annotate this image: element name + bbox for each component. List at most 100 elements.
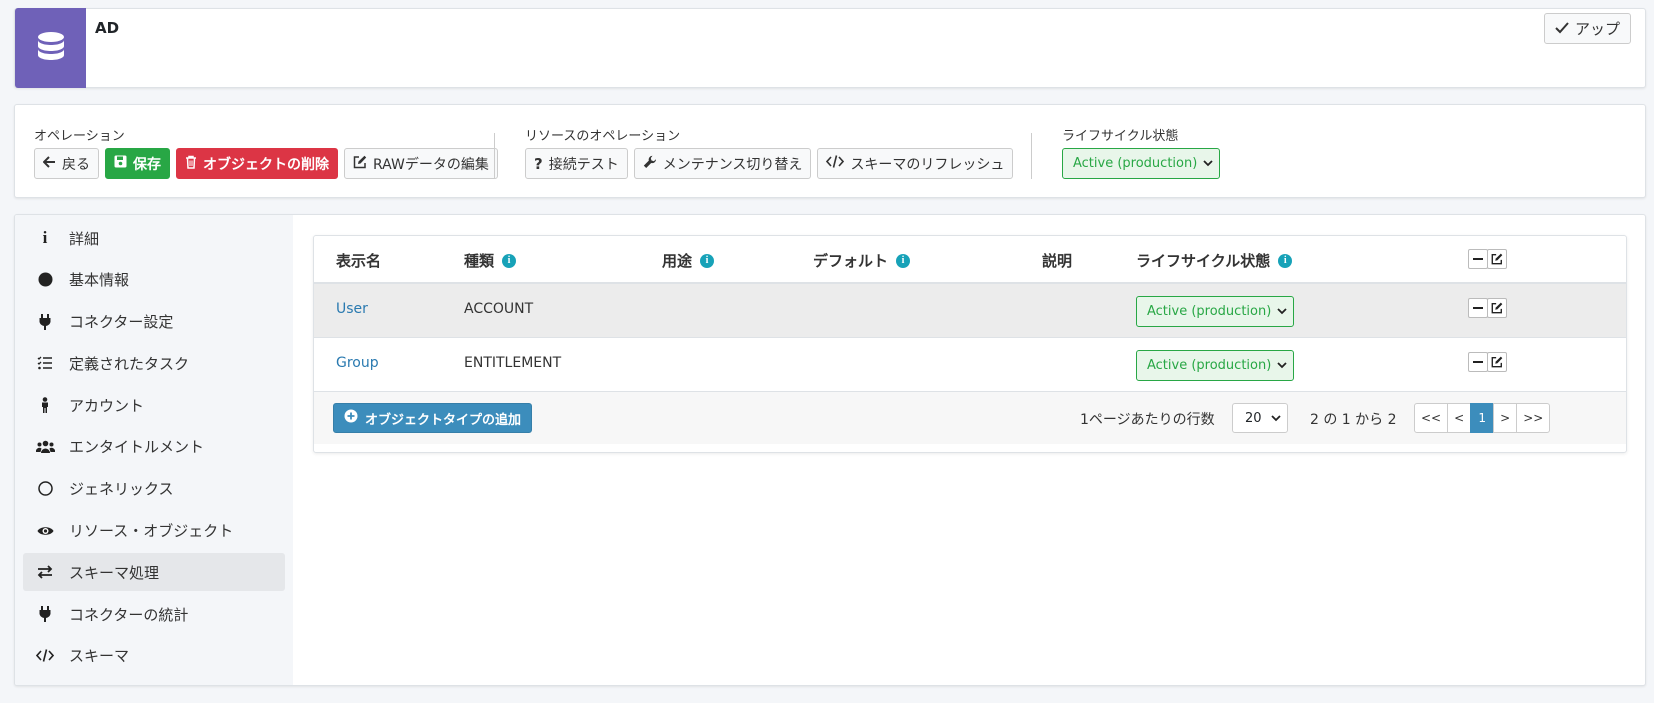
info-icon[interactable]: i bbox=[502, 253, 517, 268]
database-icon bbox=[15, 8, 86, 88]
lifecycle-select[interactable]: Active (production) bbox=[1062, 148, 1221, 179]
page-size-select[interactable]: 20 bbox=[1232, 403, 1288, 433]
sidebar-item-connector-stats[interactable]: コネクターの統計 bbox=[23, 595, 285, 633]
info-icon[interactable]: i bbox=[1278, 253, 1293, 268]
arrow-left-icon bbox=[42, 155, 56, 172]
save-button[interactable]: 保存 bbox=[105, 148, 170, 179]
page-range-label: 2 の 1 から 2 bbox=[1310, 412, 1397, 428]
test-connection-label: 接続テスト bbox=[548, 156, 619, 173]
trash-icon bbox=[185, 155, 197, 173]
row-lifecycle-select[interactable]: Active (production) bbox=[1136, 296, 1295, 327]
divider bbox=[1031, 133, 1032, 179]
delete-object-button[interactable]: オブジェクトの削除 bbox=[176, 148, 338, 179]
column-header-default[interactable]: デフォルト i bbox=[813, 250, 911, 271]
object-type-name-link[interactable]: Group bbox=[336, 355, 379, 371]
add-object-type-label: オブジェクトタイプの追加 bbox=[365, 412, 522, 428]
chevron-down-icon bbox=[1203, 156, 1213, 171]
object-types-table: 表示名 種類 i 用途 i デフォルト i 説明 ライフサイクル状態 i Use… bbox=[313, 235, 1627, 453]
info-icon[interactable]: i bbox=[700, 253, 715, 268]
exchange-icon bbox=[35, 562, 55, 582]
column-header-name[interactable]: 表示名 bbox=[336, 250, 381, 271]
check-icon bbox=[1555, 20, 1569, 38]
minus-icon bbox=[1473, 361, 1483, 363]
sidebar-item-label: 基本情報 bbox=[69, 271, 130, 290]
lifecycle-value: Active (production) bbox=[1147, 358, 1272, 373]
resource-title: AD bbox=[95, 19, 120, 37]
person-icon bbox=[35, 395, 55, 415]
collapse-all-button[interactable] bbox=[1468, 249, 1488, 269]
column-header-intent[interactable]: 用途 i bbox=[662, 250, 715, 271]
sidebar-item-resource-objects[interactable]: リソース・オブジェクト bbox=[23, 512, 285, 550]
main-panel: i 詳細 基本情報 コネクター設定 定義されたタスク アカウント エンタイトルメ… bbox=[14, 214, 1646, 686]
column-header-kind[interactable]: 種類 i bbox=[464, 250, 517, 271]
column-header-description[interactable]: 説明 bbox=[1042, 250, 1072, 271]
sidebar-item-label: 詳細 bbox=[69, 229, 100, 248]
sidebar-item-entitlements[interactable]: エンタイトルメント bbox=[23, 428, 285, 466]
sidebar-item-generics[interactable]: ジェネリックス bbox=[23, 470, 285, 508]
sidebar-item-details[interactable]: i 詳細 bbox=[23, 219, 285, 257]
question-icon: ? bbox=[534, 154, 543, 173]
lifecycle-group: ライフサイクル状態 Active (production) bbox=[1062, 125, 1221, 179]
sidebar-item-label: ジェネリックス bbox=[69, 480, 174, 499]
sidebar: i 詳細 基本情報 コネクター設定 定義されたタスク アカウント エンタイトルメ… bbox=[15, 215, 293, 685]
edit-all-button[interactable] bbox=[1487, 249, 1507, 269]
sidebar-item-accounts[interactable]: アカウント bbox=[23, 386, 285, 424]
sidebar-item-tasks[interactable]: 定義されたタスク bbox=[23, 344, 285, 382]
collapse-row-button[interactable] bbox=[1468, 352, 1488, 372]
sidebar-item-connector-config[interactable]: コネクター設定 bbox=[23, 303, 285, 341]
last-page-button[interactable]: >> bbox=[1516, 403, 1551, 433]
eye-icon bbox=[35, 521, 55, 541]
column-header-lifecycle[interactable]: ライフサイクル状態 i bbox=[1136, 250, 1293, 271]
sidebar-item-label: コネクターの統計 bbox=[69, 605, 189, 624]
table-row: User ACCOUNT Active (production) bbox=[314, 284, 1626, 338]
maintenance-toggle-button[interactable]: メンテナンス切り替え bbox=[633, 148, 812, 179]
sidebar-item-schema-handling[interactable]: スキーマ処理 bbox=[23, 553, 285, 592]
sidebar-item-label: 定義されたタスク bbox=[69, 354, 190, 373]
sidebar-item-schema[interactable]: スキーマ bbox=[23, 637, 285, 675]
sidebar-item-label: スキーマ処理 bbox=[69, 563, 160, 582]
collapse-row-button[interactable] bbox=[1468, 298, 1488, 318]
next-page-button[interactable]: > bbox=[1493, 403, 1518, 433]
refresh-schema-button[interactable]: スキーマのリフレッシュ bbox=[817, 148, 1014, 179]
chevron-down-icon bbox=[1277, 304, 1287, 319]
add-object-type-button[interactable]: オブジェクトタイプの追加 bbox=[333, 403, 533, 433]
column-header-label: デフォルト bbox=[813, 252, 889, 270]
first-page-button[interactable]: << bbox=[1414, 403, 1449, 433]
plug-icon bbox=[35, 604, 55, 624]
edit-row-button[interactable] bbox=[1487, 298, 1507, 318]
tasks-icon bbox=[35, 353, 55, 373]
sidebar-item-label: コネクター設定 bbox=[69, 313, 174, 332]
wrench-icon bbox=[643, 155, 657, 173]
up-label: アップ bbox=[1574, 20, 1620, 38]
page-size-value: 20 bbox=[1245, 410, 1262, 426]
row-lifecycle-select[interactable]: Active (production) bbox=[1136, 350, 1295, 381]
minus-icon bbox=[1473, 307, 1483, 309]
column-header-label: 説明 bbox=[1042, 252, 1073, 270]
table-header: 表示名 種類 i 用途 i デフォルト i 説明 ライフサイクル状態 i bbox=[314, 236, 1626, 284]
users-icon bbox=[35, 437, 55, 457]
test-connection-button[interactable]: ? 接続テスト bbox=[525, 148, 628, 179]
back-button[interactable]: 戻る bbox=[34, 148, 99, 179]
resource-operations-group: リソースのオペレーション ? 接続テスト メンテナンス切り替え スキーマのリフレ… bbox=[525, 125, 1014, 179]
edit-raw-button[interactable]: RAWデータの編集 bbox=[344, 148, 498, 179]
sidebar-item-basic[interactable]: 基本情報 bbox=[23, 261, 285, 299]
pagination: << < 1 > >> bbox=[1414, 403, 1551, 433]
lifecycle-label: ライフサイクル状態 bbox=[1062, 129, 1179, 144]
lifecycle-value: Active (production) bbox=[1147, 304, 1272, 319]
circle-outline-icon bbox=[35, 479, 55, 499]
up-button[interactable]: アップ bbox=[1543, 13, 1631, 44]
sidebar-item-label: エンタイトルメント bbox=[69, 438, 205, 457]
info-icon[interactable]: i bbox=[896, 253, 911, 268]
current-page-button[interactable]: 1 bbox=[1470, 403, 1495, 433]
table-row: Group ENTITLEMENT Active (production) bbox=[314, 338, 1626, 392]
sidebar-item-label: アカウント bbox=[69, 396, 145, 415]
object-type-name-link[interactable]: User bbox=[336, 301, 368, 317]
operations-group: オペレーション 戻る 保存 オブジェクトの削除 RAWデータの編集 bbox=[34, 125, 498, 179]
sidebar-item-label: スキーマ bbox=[69, 647, 130, 666]
column-header-label: 用途 bbox=[662, 252, 693, 270]
lifecycle-value: Active (production) bbox=[1073, 156, 1198, 171]
kind-cell: ENTITLEMENT bbox=[464, 355, 562, 371]
prev-page-button[interactable]: < bbox=[1447, 403, 1472, 433]
column-header-label: 種類 bbox=[464, 252, 495, 270]
edit-row-button[interactable] bbox=[1487, 352, 1507, 372]
